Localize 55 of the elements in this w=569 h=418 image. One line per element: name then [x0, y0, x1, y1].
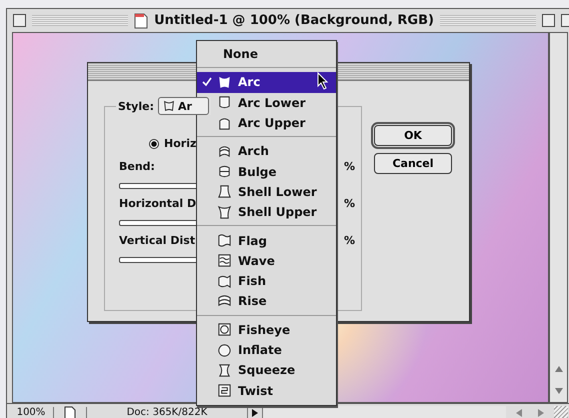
- percent-sign: %: [344, 197, 355, 210]
- resize-grip-icon[interactable]: [554, 406, 568, 418]
- warp-shape-icon: [217, 274, 232, 289]
- menu-item[interactable]: Bulge: [197, 161, 336, 182]
- zoom-level[interactable]: 100%: [9, 407, 54, 418]
- slider-label: Horizontal D: [119, 197, 196, 210]
- style-label: Style:: [118, 100, 154, 112]
- vertical-scrollbar[interactable]: [549, 32, 568, 403]
- menu-item[interactable]: Fisheye: [197, 320, 336, 340]
- menu-item[interactable]: Shell Lower: [197, 182, 336, 202]
- radio-label: Horiz: [164, 137, 196, 150]
- menu-item[interactable]: Flag: [197, 230, 336, 251]
- document-icon: [134, 12, 148, 28]
- percent-sign: %: [344, 160, 355, 173]
- warp-shape-icon: [217, 253, 232, 268]
- warp-shape-icon: [217, 95, 232, 110]
- warp-shape-icon: [217, 204, 232, 220]
- style-popup[interactable]: Ar: [158, 97, 209, 115]
- warp-shape-icon: [217, 164, 232, 180]
- warp-shape-icon: [217, 74, 232, 90]
- menu-item[interactable]: Fish: [197, 270, 336, 292]
- menu-item[interactable]: Arch: [197, 141, 336, 162]
- warp-shape-icon: [217, 362, 232, 378]
- menu-item[interactable]: Wave: [197, 250, 336, 271]
- zoom-box[interactable]: [542, 14, 556, 27]
- warp-shape-icon: [217, 233, 232, 248]
- warp-shape-icon: [217, 322, 232, 338]
- ok-button[interactable]: OK: [374, 125, 452, 146]
- menu-item[interactable]: Twist: [197, 380, 336, 401]
- menu-item[interactable]: None: [197, 44, 336, 64]
- menu-item[interactable]: Inflate: [197, 340, 336, 360]
- cancel-button[interactable]: Cancel: [374, 153, 452, 174]
- menu-item[interactable]: Squeeze: [197, 360, 336, 380]
- document-icon[interactable]: [64, 406, 76, 418]
- warp-shape-icon: [217, 383, 232, 398]
- warp-shape-icon: [217, 294, 232, 309]
- close-box[interactable]: [13, 14, 26, 27]
- percent-sign: %: [344, 234, 355, 247]
- slider-label: Vertical Dist: [119, 234, 196, 247]
- window-title: Untitled-1 @ 100% (Background, RGB): [154, 13, 434, 28]
- warp-shape-icon: [162, 99, 176, 113]
- checkmark-icon: [202, 77, 212, 88]
- menu-item[interactable]: Arc: [197, 72, 336, 93]
- menu-item[interactable]: Arc Upper: [197, 112, 336, 134]
- mouse-pointer-icon: [317, 72, 329, 90]
- warp-shape-icon: [217, 116, 232, 131]
- triangle-icon[interactable]: [252, 408, 258, 416]
- warp-shape-icon: [217, 342, 232, 358]
- horizontal-scrollbar[interactable]: [262, 406, 506, 418]
- radio-button[interactable]: [149, 138, 159, 148]
- menu-item[interactable]: Rise: [197, 291, 336, 312]
- menu-item[interactable]: Shell Upper: [197, 202, 336, 222]
- slider-label: Bend:: [119, 160, 155, 173]
- warp-shape-icon: [217, 144, 232, 159]
- warp-shape-icon: [217, 184, 232, 200]
